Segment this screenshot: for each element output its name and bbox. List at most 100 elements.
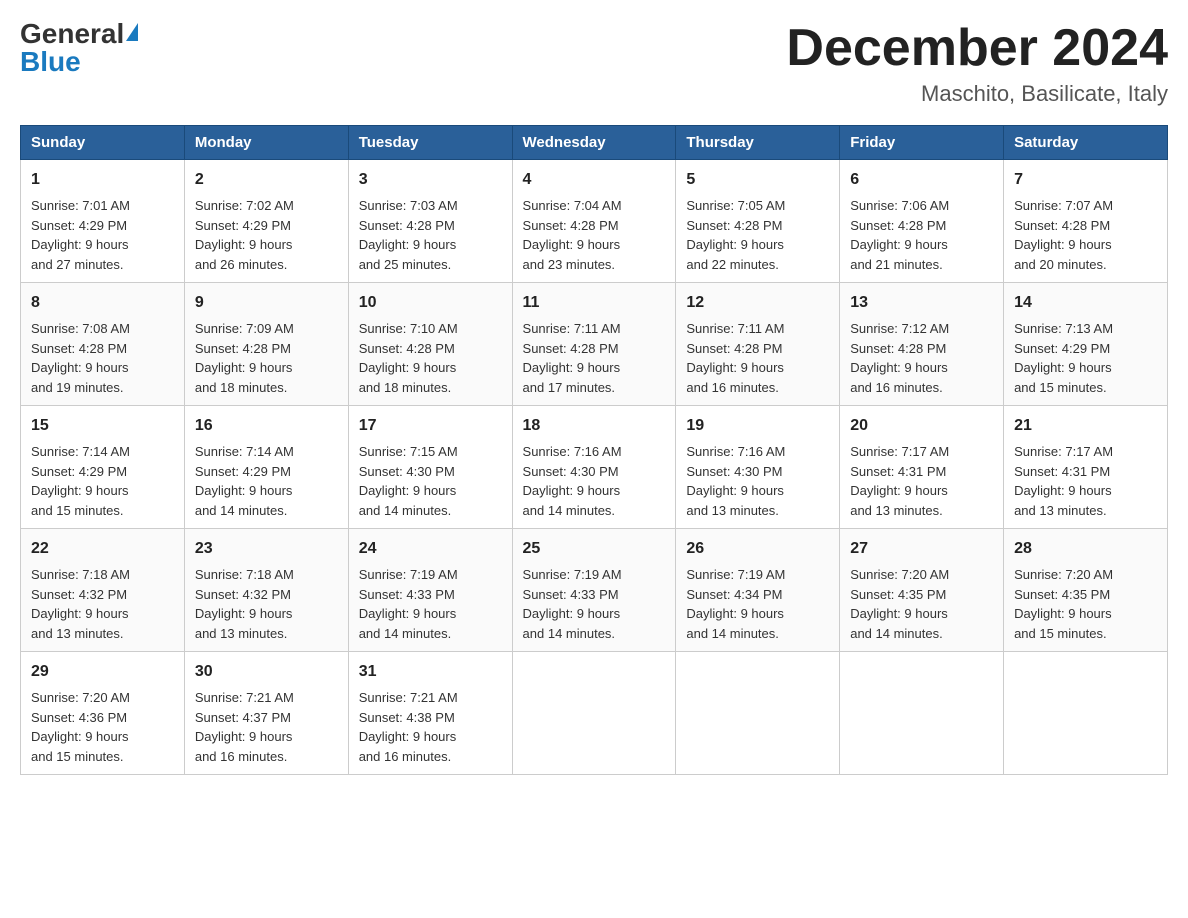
calendar-day-cell: 19 Sunrise: 7:16 AM Sunset: 4:30 PM Dayl…: [676, 406, 840, 529]
day-number: 31: [359, 660, 502, 684]
calendar-day-cell: 13 Sunrise: 7:12 AM Sunset: 4:28 PM Dayl…: [840, 283, 1004, 406]
day-info: Sunrise: 7:17 AM Sunset: 4:31 PM Dayligh…: [850, 442, 993, 520]
calendar-table: Sunday Monday Tuesday Wednesday Thursday…: [20, 125, 1168, 775]
day-info: Sunrise: 7:20 AM Sunset: 4:35 PM Dayligh…: [850, 565, 993, 643]
col-thursday: Thursday: [676, 126, 840, 160]
calendar-day-cell: 22 Sunrise: 7:18 AM Sunset: 4:32 PM Dayl…: [21, 529, 185, 652]
calendar-day-cell: 30 Sunrise: 7:21 AM Sunset: 4:37 PM Dayl…: [184, 652, 348, 775]
day-info: Sunrise: 7:06 AM Sunset: 4:28 PM Dayligh…: [850, 196, 993, 274]
day-info: Sunrise: 7:11 AM Sunset: 4:28 PM Dayligh…: [523, 319, 666, 397]
day-number: 15: [31, 414, 174, 438]
day-info: Sunrise: 7:21 AM Sunset: 4:37 PM Dayligh…: [195, 688, 338, 766]
calendar-day-cell: 27 Sunrise: 7:20 AM Sunset: 4:35 PM Dayl…: [840, 529, 1004, 652]
location-title: Maschito, Basilicate, Italy: [786, 81, 1168, 107]
day-number: 8: [31, 291, 174, 315]
calendar-day-cell: 2 Sunrise: 7:02 AM Sunset: 4:29 PM Dayli…: [184, 160, 348, 283]
col-friday: Friday: [840, 126, 1004, 160]
calendar-day-cell: [1004, 652, 1168, 775]
day-number: 26: [686, 537, 829, 561]
logo-general-text: General: [20, 20, 124, 48]
day-info: Sunrise: 7:19 AM Sunset: 4:34 PM Dayligh…: [686, 565, 829, 643]
day-info: Sunrise: 7:16 AM Sunset: 4:30 PM Dayligh…: [686, 442, 829, 520]
day-number: 17: [359, 414, 502, 438]
day-info: Sunrise: 7:20 AM Sunset: 4:36 PM Dayligh…: [31, 688, 174, 766]
title-block: December 2024 Maschito, Basilicate, Ital…: [786, 20, 1168, 107]
calendar-week-row: 8 Sunrise: 7:08 AM Sunset: 4:28 PM Dayli…: [21, 283, 1168, 406]
day-info: Sunrise: 7:14 AM Sunset: 4:29 PM Dayligh…: [31, 442, 174, 520]
calendar-day-cell: 24 Sunrise: 7:19 AM Sunset: 4:33 PM Dayl…: [348, 529, 512, 652]
day-number: 21: [1014, 414, 1157, 438]
col-sunday: Sunday: [21, 126, 185, 160]
calendar-week-row: 15 Sunrise: 7:14 AM Sunset: 4:29 PM Dayl…: [21, 406, 1168, 529]
day-info: Sunrise: 7:20 AM Sunset: 4:35 PM Dayligh…: [1014, 565, 1157, 643]
day-number: 20: [850, 414, 993, 438]
day-number: 24: [359, 537, 502, 561]
calendar-day-cell: 25 Sunrise: 7:19 AM Sunset: 4:33 PM Dayl…: [512, 529, 676, 652]
day-number: 13: [850, 291, 993, 315]
day-number: 23: [195, 537, 338, 561]
day-info: Sunrise: 7:11 AM Sunset: 4:28 PM Dayligh…: [686, 319, 829, 397]
calendar-day-cell: 10 Sunrise: 7:10 AM Sunset: 4:28 PM Dayl…: [348, 283, 512, 406]
col-tuesday: Tuesday: [348, 126, 512, 160]
col-monday: Monday: [184, 126, 348, 160]
calendar-day-cell: 11 Sunrise: 7:11 AM Sunset: 4:28 PM Dayl…: [512, 283, 676, 406]
logo: General Blue: [20, 20, 138, 76]
calendar-day-cell: 23 Sunrise: 7:18 AM Sunset: 4:32 PM Dayl…: [184, 529, 348, 652]
calendar-day-cell: 17 Sunrise: 7:15 AM Sunset: 4:30 PM Dayl…: [348, 406, 512, 529]
calendar-header: Sunday Monday Tuesday Wednesday Thursday…: [21, 126, 1168, 160]
calendar-day-cell: 7 Sunrise: 7:07 AM Sunset: 4:28 PM Dayli…: [1004, 160, 1168, 283]
day-info: Sunrise: 7:18 AM Sunset: 4:32 PM Dayligh…: [31, 565, 174, 643]
day-number: 1: [31, 168, 174, 192]
page-header: General Blue December 2024 Maschito, Bas…: [20, 20, 1168, 107]
day-info: Sunrise: 7:13 AM Sunset: 4:29 PM Dayligh…: [1014, 319, 1157, 397]
day-number: 5: [686, 168, 829, 192]
day-info: Sunrise: 7:08 AM Sunset: 4:28 PM Dayligh…: [31, 319, 174, 397]
day-info: Sunrise: 7:14 AM Sunset: 4:29 PM Dayligh…: [195, 442, 338, 520]
col-saturday: Saturday: [1004, 126, 1168, 160]
day-info: Sunrise: 7:19 AM Sunset: 4:33 PM Dayligh…: [523, 565, 666, 643]
day-number: 16: [195, 414, 338, 438]
calendar-week-row: 29 Sunrise: 7:20 AM Sunset: 4:36 PM Dayl…: [21, 652, 1168, 775]
calendar-day-cell: 5 Sunrise: 7:05 AM Sunset: 4:28 PM Dayli…: [676, 160, 840, 283]
calendar-day-cell: 12 Sunrise: 7:11 AM Sunset: 4:28 PM Dayl…: [676, 283, 840, 406]
calendar-day-cell: [840, 652, 1004, 775]
calendar-day-cell: 1 Sunrise: 7:01 AM Sunset: 4:29 PM Dayli…: [21, 160, 185, 283]
day-info: Sunrise: 7:01 AM Sunset: 4:29 PM Dayligh…: [31, 196, 174, 274]
day-info: Sunrise: 7:05 AM Sunset: 4:28 PM Dayligh…: [686, 196, 829, 274]
day-info: Sunrise: 7:18 AM Sunset: 4:32 PM Dayligh…: [195, 565, 338, 643]
month-title: December 2024: [786, 20, 1168, 77]
day-number: 12: [686, 291, 829, 315]
calendar-day-cell: 31 Sunrise: 7:21 AM Sunset: 4:38 PM Dayl…: [348, 652, 512, 775]
logo-triangle-icon: [126, 23, 138, 41]
calendar-day-cell: [676, 652, 840, 775]
day-number: 27: [850, 537, 993, 561]
day-info: Sunrise: 7:12 AM Sunset: 4:28 PM Dayligh…: [850, 319, 993, 397]
day-info: Sunrise: 7:02 AM Sunset: 4:29 PM Dayligh…: [195, 196, 338, 274]
calendar-day-cell: 21 Sunrise: 7:17 AM Sunset: 4:31 PM Dayl…: [1004, 406, 1168, 529]
calendar-day-cell: 26 Sunrise: 7:19 AM Sunset: 4:34 PM Dayl…: [676, 529, 840, 652]
calendar-week-row: 1 Sunrise: 7:01 AM Sunset: 4:29 PM Dayli…: [21, 160, 1168, 283]
day-info: Sunrise: 7:09 AM Sunset: 4:28 PM Dayligh…: [195, 319, 338, 397]
calendar-day-cell: 3 Sunrise: 7:03 AM Sunset: 4:28 PM Dayli…: [348, 160, 512, 283]
calendar-day-cell: 15 Sunrise: 7:14 AM Sunset: 4:29 PM Dayl…: [21, 406, 185, 529]
day-number: 7: [1014, 168, 1157, 192]
day-info: Sunrise: 7:16 AM Sunset: 4:30 PM Dayligh…: [523, 442, 666, 520]
col-wednesday: Wednesday: [512, 126, 676, 160]
calendar-day-cell: 8 Sunrise: 7:08 AM Sunset: 4:28 PM Dayli…: [21, 283, 185, 406]
day-number: 18: [523, 414, 666, 438]
calendar-day-cell: 4 Sunrise: 7:04 AM Sunset: 4:28 PM Dayli…: [512, 160, 676, 283]
day-number: 14: [1014, 291, 1157, 315]
day-info: Sunrise: 7:15 AM Sunset: 4:30 PM Dayligh…: [359, 442, 502, 520]
day-number: 30: [195, 660, 338, 684]
day-number: 4: [523, 168, 666, 192]
calendar-day-cell: 9 Sunrise: 7:09 AM Sunset: 4:28 PM Dayli…: [184, 283, 348, 406]
day-number: 25: [523, 537, 666, 561]
day-number: 10: [359, 291, 502, 315]
logo-blue-text: Blue: [20, 46, 81, 77]
calendar-day-cell: 6 Sunrise: 7:06 AM Sunset: 4:28 PM Dayli…: [840, 160, 1004, 283]
day-info: Sunrise: 7:04 AM Sunset: 4:28 PM Dayligh…: [523, 196, 666, 274]
calendar-week-row: 22 Sunrise: 7:18 AM Sunset: 4:32 PM Dayl…: [21, 529, 1168, 652]
calendar-body: 1 Sunrise: 7:01 AM Sunset: 4:29 PM Dayli…: [21, 160, 1168, 775]
day-info: Sunrise: 7:19 AM Sunset: 4:33 PM Dayligh…: [359, 565, 502, 643]
day-info: Sunrise: 7:17 AM Sunset: 4:31 PM Dayligh…: [1014, 442, 1157, 520]
